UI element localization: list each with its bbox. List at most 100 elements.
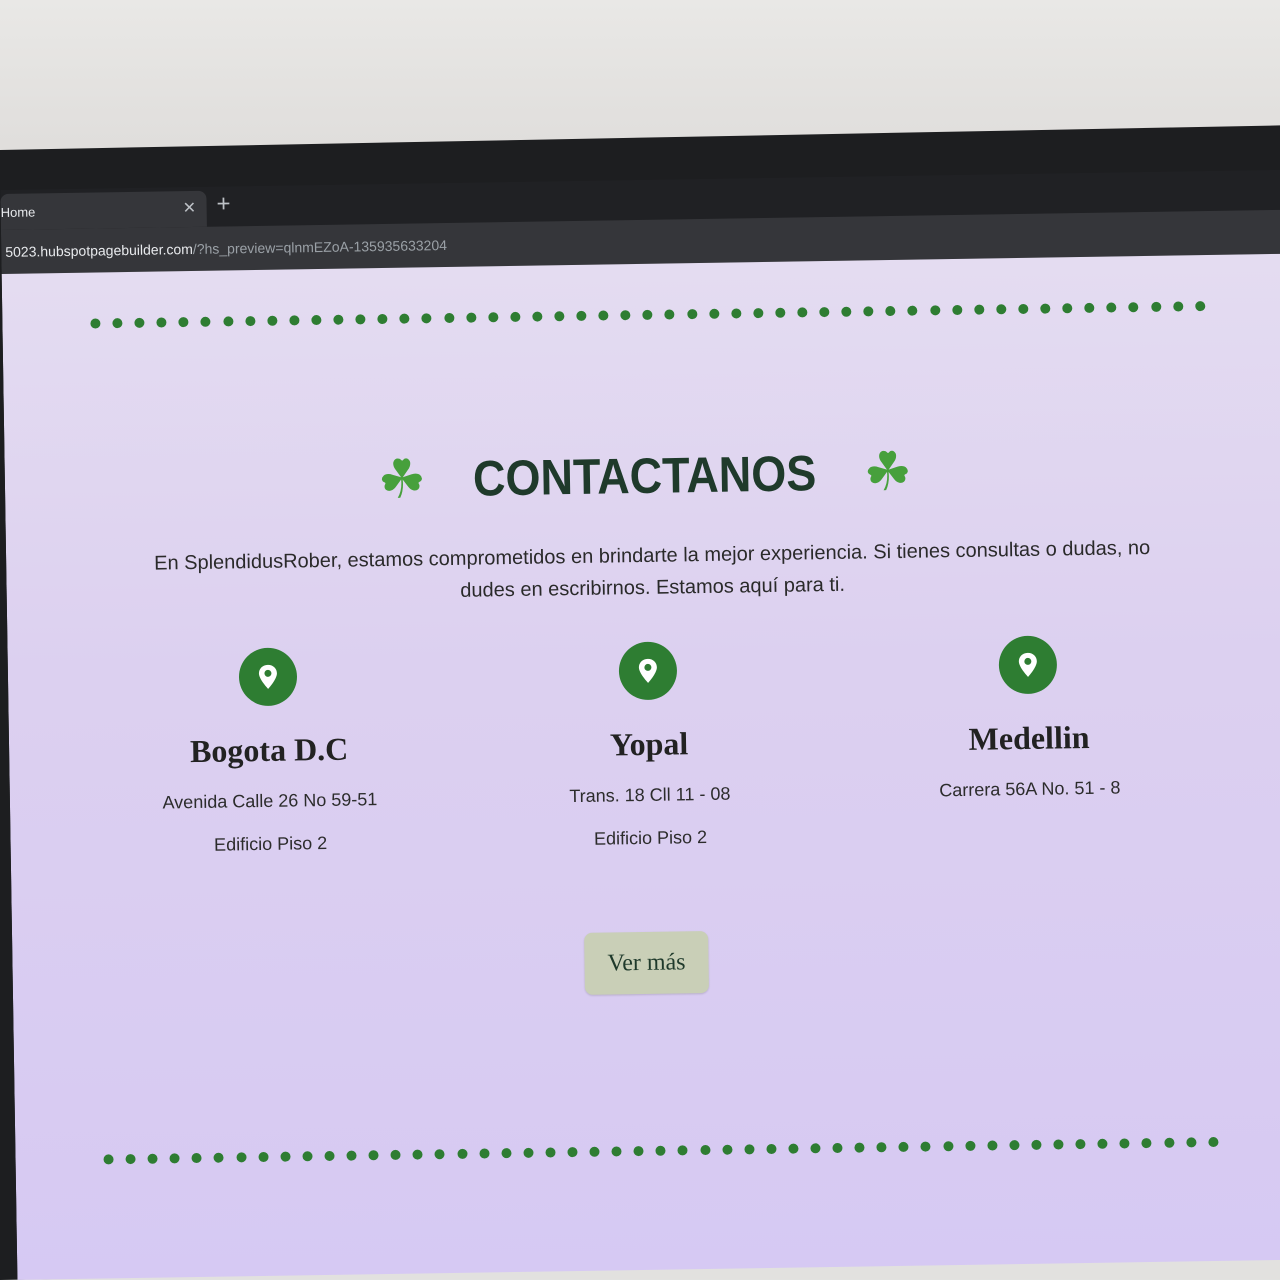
divider-dot (987, 1140, 998, 1151)
divider-dot (1097, 1138, 1108, 1149)
location-address: Avenida Calle 26 No 59-51 (162, 789, 378, 813)
contact-section: ☘ CONTACTANOS ☘ En SplendidusRober, esta… (1, 253, 1280, 1280)
location-city: Yopal (609, 725, 689, 763)
divider-dot (434, 1149, 445, 1160)
divider-dot (1062, 303, 1073, 314)
divider-dot (191, 1152, 202, 1164)
divider-dot (465, 312, 477, 323)
divider-dot (841, 306, 852, 317)
browser-window: Home ✕ + 5023.hubspotpagebuilder.com/?hs… (0, 150, 1280, 1280)
divider-dot (125, 1153, 136, 1165)
divider-dot (390, 1149, 401, 1160)
divider-dot (832, 1142, 843, 1154)
location-building: Edificio Piso 2 (213, 832, 328, 855)
divider-dot (929, 305, 940, 316)
divider-dot (744, 1144, 755, 1155)
divider-dot (677, 1145, 688, 1156)
divider-dot (920, 1141, 932, 1152)
location-medellin: Medellin Carrera 56A No. 51 - 8 (847, 633, 1210, 846)
location-city: Bogota D.C (189, 730, 349, 770)
tab-home[interactable]: Home ✕ (0, 190, 207, 230)
divider-dot (942, 1141, 954, 1152)
divider-dot (1208, 1136, 1219, 1148)
divider-dot (1128, 302, 1139, 313)
divider-dot (1009, 1140, 1020, 1151)
divider-dot (1194, 301, 1206, 312)
divider-dot (222, 316, 234, 327)
divider-dot (810, 1143, 821, 1154)
url-host: 5023.hubspotpagebuilder.com (5, 240, 193, 260)
divider-dot (1018, 303, 1029, 315)
divider-dot (421, 313, 432, 324)
divider-dot (854, 1142, 865, 1153)
divider-dot (501, 1148, 512, 1159)
divider-dot (898, 1141, 909, 1153)
bottom-dot-divider (103, 1136, 1219, 1165)
contact-heading: ☘ CONTACTANOS ☘ (4, 436, 1280, 516)
divider-dot (655, 1145, 666, 1156)
divider-dot (1141, 1138, 1152, 1149)
divider-dot (1172, 301, 1183, 312)
divider-dot (346, 1150, 357, 1161)
divider-dot (1040, 303, 1051, 314)
locations-row: Bogota D.C Avenida Calle 26 No 59-51 Edi… (88, 633, 1211, 858)
divider-dot (620, 310, 631, 321)
divider-dot (686, 309, 697, 320)
ver-mas-button[interactable]: Ver más (584, 930, 710, 995)
divider-dot (289, 315, 300, 326)
divider-dot (368, 1150, 379, 1161)
location-city: Medellin (968, 718, 1090, 757)
divider-dot (576, 310, 587, 321)
url-path: /?hs_preview=qlnmEZoA-135935633204 (192, 236, 448, 257)
divider-dot (951, 304, 963, 316)
divider-dot (103, 1154, 114, 1165)
divider-dot (213, 1152, 225, 1163)
divider-dot (443, 312, 454, 324)
divider-dot (1106, 302, 1117, 313)
divider-dot (147, 1153, 158, 1164)
divider-dot (412, 1149, 423, 1160)
divider-dot (1119, 1138, 1130, 1149)
divider-dot (487, 312, 499, 323)
divider-dot (753, 308, 764, 319)
divider-dot (642, 309, 653, 320)
top-dot-divider (90, 301, 1206, 329)
divider-dot (664, 309, 675, 320)
divider-dot (567, 1147, 578, 1158)
divider-dot (1150, 301, 1161, 312)
divider-dot (1084, 302, 1095, 313)
divider-dot (545, 1147, 556, 1158)
divider-dot (510, 311, 521, 323)
new-tab-icon[interactable]: + (216, 190, 230, 218)
divider-dot (456, 1148, 468, 1159)
divider-dot (532, 311, 543, 322)
divider-dot (156, 317, 167, 328)
divider-dot (766, 1143, 777, 1155)
divider-dot (819, 306, 830, 318)
location-address: Carrera 56A No. 51 - 8 (939, 777, 1121, 801)
divider-dot (730, 308, 742, 319)
divider-dot (876, 1142, 887, 1153)
map-pin-icon (238, 647, 298, 707)
divider-dot (134, 317, 145, 328)
location-yopal: Yopal Trans. 18 Cll 11 - 08 Edificio Pis… (468, 639, 831, 852)
location-address: Trans. 18 Cll 11 - 08 (569, 783, 731, 807)
tab-title: Home (0, 204, 36, 220)
divider-dot (554, 311, 565, 322)
divider-dot (863, 306, 874, 317)
url-text: 5023.hubspotpagebuilder.com/?hs_preview=… (5, 237, 447, 260)
divider-dot (775, 307, 786, 318)
close-icon[interactable]: ✕ (182, 198, 196, 218)
divider-dot (699, 1144, 711, 1156)
map-pin-icon (998, 635, 1058, 695)
divider-dot (333, 314, 344, 325)
divider-dot (112, 318, 123, 329)
divider-dot (965, 1140, 976, 1151)
divider-dot (797, 307, 808, 318)
divider-dot (1031, 1139, 1042, 1150)
clover-icon: ☘ (863, 441, 913, 503)
divider-dot (267, 315, 278, 326)
divider-dot (722, 1144, 733, 1155)
divider-dot (996, 304, 1007, 315)
divider-dot (907, 305, 918, 316)
